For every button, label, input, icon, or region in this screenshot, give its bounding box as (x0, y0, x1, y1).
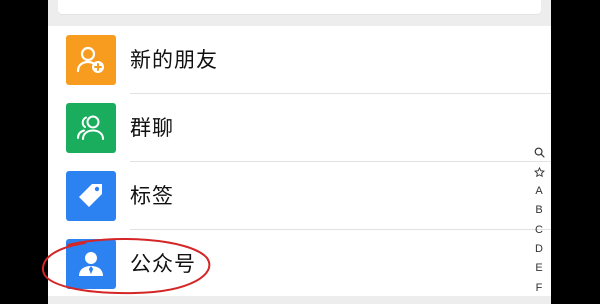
index-letter[interactable]: F (531, 279, 547, 298)
tag-icon (66, 171, 116, 221)
section-gap (48, 296, 551, 304)
index-letter[interactable]: A (531, 182, 547, 201)
index-letter[interactable]: C (531, 221, 547, 240)
index-star-icon[interactable] (531, 162, 547, 181)
official-account-icon (66, 239, 116, 289)
official-accounts-label: 公众号 (130, 252, 196, 276)
menu-item-new-friends[interactable]: 新的朋友 (48, 26, 551, 94)
group-chats-label: 群聊 (130, 116, 174, 140)
menu-item-group-chats[interactable]: 群聊 (48, 94, 551, 162)
add-friend-icon (66, 35, 116, 85)
menu-item-tags[interactable]: 标签 (48, 162, 551, 230)
tags-label: 标签 (130, 184, 174, 208)
search-area (48, 0, 551, 28)
index-letter[interactable]: E (531, 259, 547, 278)
index-letter[interactable]: B (531, 201, 547, 220)
menu-item-official-accounts[interactable]: 公众号 (48, 230, 551, 298)
new-friends-label: 新的朋友 (130, 48, 218, 72)
index-search-icon[interactable] (531, 143, 547, 162)
alphabet-index-bar[interactable]: A B C D E F (531, 143, 547, 298)
contacts-screen: 新的朋友 群聊 标签 公众号 (48, 0, 551, 304)
group-chat-icon (66, 103, 116, 153)
index-letter[interactable]: D (531, 240, 547, 259)
search-bar[interactable] (58, 0, 541, 14)
